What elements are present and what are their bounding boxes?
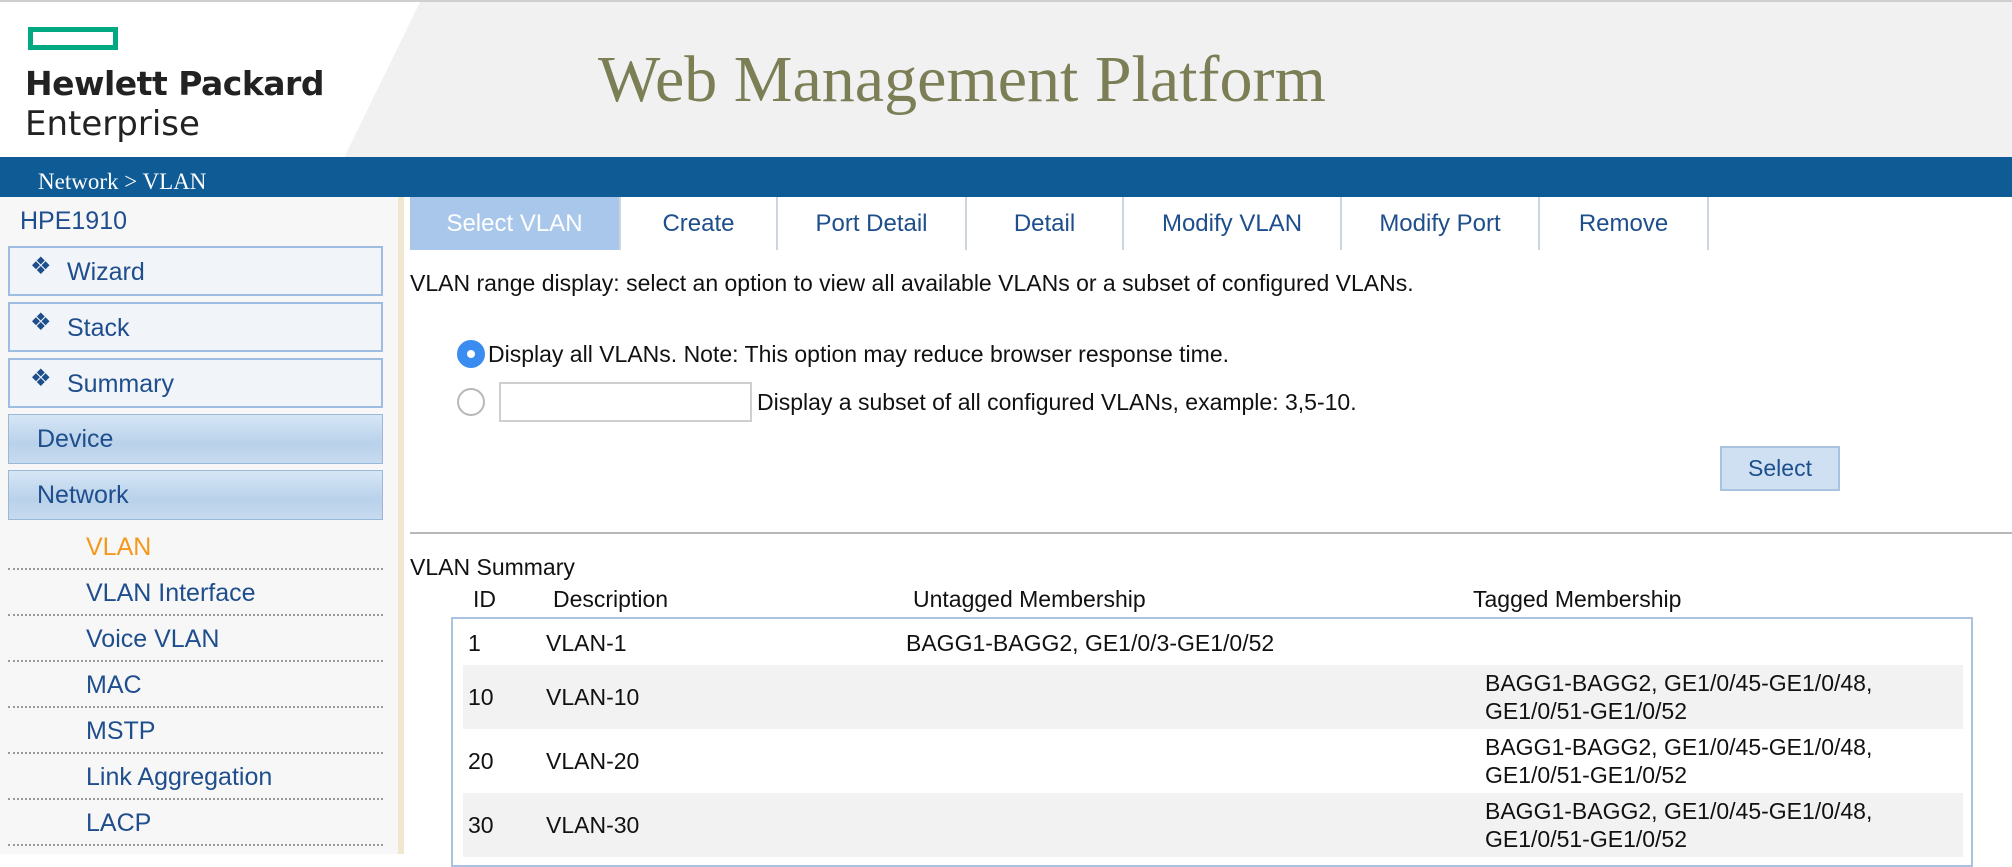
sidebar-item-label: Summary: [67, 370, 174, 398]
header: Hewlett Packard Enterprise Web Managemen…: [0, 0, 2012, 157]
logo: Hewlett Packard Enterprise: [0, 2, 420, 157]
sidebar-item-stack[interactable]: ❖ Stack: [8, 302, 383, 352]
diamond-bullet-icon: ❖: [30, 365, 52, 392]
logo-text-line1: Hewlett Packard: [25, 64, 324, 103]
tab-create[interactable]: Create: [621, 197, 778, 250]
sidebar-item-label: Stack: [67, 314, 130, 342]
display-all-radio[interactable]: [457, 340, 485, 368]
display-subset-radio[interactable]: [457, 388, 485, 416]
cell-untagged: BAGG1-BAGG2, GE1/0/3-GE1/0/52: [906, 630, 1275, 656]
table-row[interactable]: 1 VLAN-1 BAGG1-BAGG2, GE1/0/3-GE1/0/52: [463, 621, 1963, 665]
sidebar: HPE1910 ❖ Wizard ❖ Stack ❖ Summary Devic…: [0, 197, 404, 854]
tab-modify-port[interactable]: Modify Port: [1342, 197, 1540, 250]
tab-modify-vlan[interactable]: Modify VLAN: [1124, 197, 1342, 250]
display-subset-label: Display a subset of all configured VLANs…: [757, 389, 1357, 415]
sidebar-section-device[interactable]: Device: [8, 414, 383, 464]
tab-select-vlan[interactable]: Select VLAN: [410, 197, 621, 250]
cell-tagged: BAGG1-BAGG2, GE1/0/45-GE1/0/48, GE1/0/51…: [1485, 670, 1873, 724]
display-all-label: Display all VLANs. Note: This option may…: [488, 341, 1230, 367]
sidebar-item-summary[interactable]: ❖ Summary: [8, 358, 383, 408]
cell-description: VLAN-1: [546, 630, 627, 656]
sidebar-item-wizard[interactable]: ❖ Wizard: [8, 246, 383, 296]
table-row[interactable]: 20 VLAN-20 BAGG1-BAGG2, GE1/0/45-GE1/0/4…: [463, 729, 1963, 793]
logo-text-line2: Enterprise: [25, 104, 200, 144]
tab-remove[interactable]: Remove: [1540, 197, 1709, 250]
sidebar-item-label: VLAN Interface: [86, 579, 256, 607]
sidebar-item-label: VLAN: [86, 533, 152, 561]
breadcrumb: Network > VLAN: [38, 169, 207, 194]
sidebar-item-label: Wizard: [67, 258, 145, 286]
column-header-description: Description: [553, 586, 669, 612]
breadcrumb-bar: Network > VLAN: [0, 157, 2012, 197]
vlan-summary-title: VLAN Summary: [410, 554, 575, 580]
diamond-bullet-icon: ❖: [30, 253, 52, 280]
sidebar-section-network[interactable]: Network: [8, 470, 383, 520]
sidebar-section-label: Network: [37, 481, 129, 509]
sidebar-item-mac[interactable]: MAC: [8, 662, 383, 708]
cell-tagged: BAGG1-BAGG2, GE1/0/45-GE1/0/48, GE1/0/51…: [1485, 798, 1873, 852]
sidebar-item-vlan[interactable]: VLAN: [8, 524, 383, 570]
column-header-id: ID: [473, 586, 496, 612]
sidebar-item-label: Link Aggregation: [86, 763, 273, 791]
sidebar-item-label: Voice VLAN: [86, 625, 220, 653]
sidebar-item-lacp[interactable]: LACP: [8, 800, 383, 846]
sidebar-item-mstp[interactable]: MSTP: [8, 708, 383, 754]
tab-bar: Select VLAN Create Port Detail Detail Mo…: [410, 197, 2012, 250]
tab-detail[interactable]: Detail: [967, 197, 1124, 250]
cell-description: VLAN-30: [546, 812, 640, 838]
cell-id: 20: [468, 748, 494, 774]
cell-description: VLAN-20: [546, 748, 640, 774]
vlan-subset-input[interactable]: [499, 382, 752, 422]
divider: [410, 532, 2012, 534]
column-header-untagged: Untagged Membership: [913, 586, 1146, 612]
sidebar-item-link-aggregation[interactable]: Link Aggregation: [8, 754, 383, 800]
column-header-tagged: Tagged Membership: [1473, 586, 1682, 612]
select-button[interactable]: Select: [1720, 446, 1840, 491]
diamond-bullet-icon: ❖: [30, 309, 52, 336]
sidebar-item-vlan-interface[interactable]: VLAN Interface: [8, 570, 383, 616]
cell-id: 30: [468, 812, 494, 838]
cell-id: 10: [468, 684, 494, 710]
sidebar-item-label: MSTP: [86, 717, 156, 745]
cell-tagged: BAGG1-BAGG2, GE1/0/45-GE1/0/48, GE1/0/51…: [1485, 734, 1873, 788]
tab-port-detail[interactable]: Port Detail: [778, 197, 967, 250]
sidebar-section-label: Device: [37, 425, 114, 453]
cell-description: VLAN-10: [546, 684, 640, 710]
device-name[interactable]: HPE1910: [20, 207, 127, 236]
sidebar-item-label: MAC: [86, 671, 142, 699]
table-row[interactable]: 10 VLAN-10 BAGG1-BAGG2, GE1/0/45-GE1/0/4…: [463, 665, 1963, 729]
app-title: Web Management Platform: [598, 43, 1326, 116]
sidebar-item-voice-vlan[interactable]: Voice VLAN: [8, 616, 383, 662]
hpe-logo-icon: [28, 27, 118, 50]
cell-id: 1: [468, 630, 481, 656]
vlan-summary-table: 1 VLAN-1 BAGG1-BAGG2, GE1/0/3-GE1/0/52 1…: [451, 617, 1973, 867]
range-description: VLAN range display: select an option to …: [410, 270, 1414, 296]
sidebar-item-label: LACP: [86, 809, 152, 837]
table-row[interactable]: 30 VLAN-30 BAGG1-BAGG2, GE1/0/45-GE1/0/4…: [463, 793, 1963, 857]
